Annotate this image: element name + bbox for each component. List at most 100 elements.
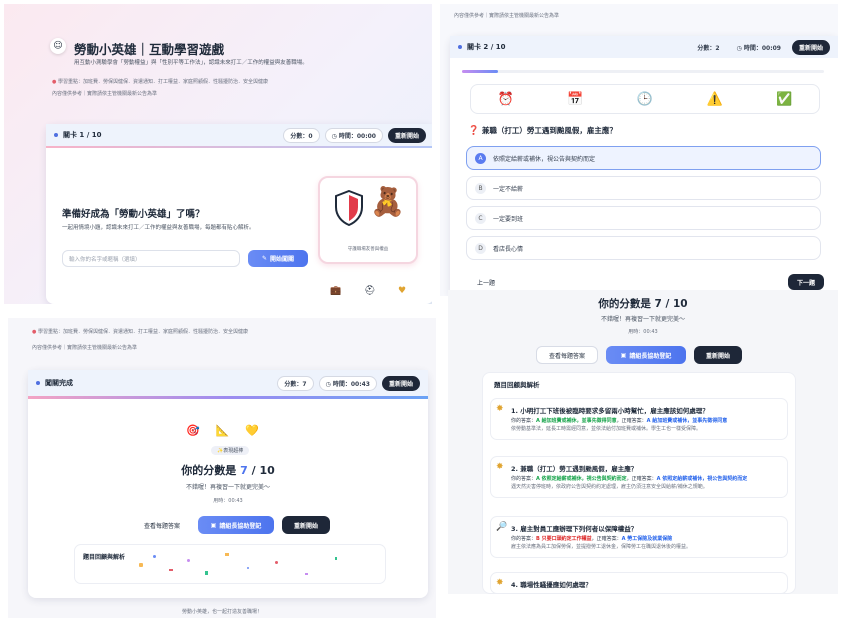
final-score: 你的分數是 7 / 10	[181, 464, 275, 477]
check-box-icon: ✅	[776, 91, 793, 107]
elapsed-time: 用時：00:43	[213, 498, 243, 504]
prev-button[interactable]: 上一題	[468, 274, 504, 290]
encouragement: 不錯喔！再複習一下就更完美～	[600, 316, 685, 323]
review-item-1: ✸ 1. 小明打工下班後被臨時要求多留兩小時幫忙，雇主應該如何處理？ 你的答案：…	[490, 398, 788, 440]
gear-icon: ✸	[496, 404, 504, 414]
gear-icon: ✸	[496, 578, 504, 588]
status-dot	[36, 381, 40, 385]
encouragement: 不錯喔！再複習一下就更完美～	[185, 484, 270, 491]
heart-icon: ♥	[398, 286, 407, 296]
pencil-icon: ✎	[261, 255, 267, 262]
restart-button[interactable]: 重新開始	[381, 375, 420, 391]
teddy-bear-icon: 🧸	[370, 185, 405, 218]
clipboard-icon: ▣	[620, 351, 627, 359]
level-label: 關卡 2 / 10	[467, 43, 506, 51]
request-help-button[interactable]: ▣ 請組長協助登記	[606, 346, 686, 364]
game-header: 關卡 1 / 10 分數：0 ◷ 時間：00:00 重新開始	[46, 124, 432, 146]
disclaimer: 內容僅供參考｜實際請依主管機關最新公告為準	[454, 13, 560, 19]
restart-button[interactable]: 重新開始	[694, 346, 742, 364]
panel-intro: ☺ 勞動小英雄｜互動學習遊戲 用互動小測驗學會「勞動權益」與「性別平等工作法」，…	[4, 4, 432, 304]
clock-icon: ◷	[736, 44, 742, 52]
game-header: 關卡 2 / 10 分數：2 ◷ 時間：00:09 重新開始	[450, 36, 838, 58]
option-d[interactable]: D 看店長心情	[466, 236, 821, 260]
restart-button[interactable]: 重新開始	[387, 127, 426, 143]
hero-description: 一起用情境小題，認識未來打工／工作的權益與友善職場，每題都有貼心解析。	[62, 225, 255, 231]
panel-question: 內容僅供參考｜實際請依主管機關最新公告為準 關卡 2 / 10 分數：2 ◷ 時…	[440, 4, 838, 296]
progress-full	[28, 396, 428, 399]
shield-icon	[334, 189, 364, 227]
page-subtitle: 用互動小測驗學會「勞動權益」與「性別平等工作法」，認識未來打工／工作的權益與友善…	[74, 60, 308, 66]
request-help-button[interactable]: ▣ 請組長協助登記	[198, 516, 274, 534]
warning-icon: ⚠️	[706, 91, 723, 107]
calendar-icon: 📅	[567, 91, 584, 107]
game-card: 關卡 1 / 10 分數：0 ◷ 時間：00:00 重新開始 準備好成為「勞動小…	[46, 124, 432, 304]
heart-icon: 💛	[245, 424, 260, 437]
review-section: 題目回顧與解析	[74, 544, 386, 584]
level-label: 闖關完成	[45, 379, 73, 387]
question-title: ❓ 兼職（打工）勞工遇到颱風假，雇主應？	[468, 126, 617, 136]
review-item-3: 🔎 3. 雇主對員工應辦理下列何者以保障權益？ 你的答案：B 只要口頭約定工作權…	[490, 516, 788, 558]
restart-button-2[interactable]: 重新開始	[282, 516, 330, 534]
page-title: 勞動小英雄｜互動學習遊戲	[74, 42, 225, 57]
score-badge: 分數：2	[697, 44, 720, 52]
question-mark-icon: ❓	[468, 126, 480, 136]
magnifier-icon: 🔎	[496, 522, 508, 532]
clock-icon: 🕒	[636, 91, 654, 107]
final-score: 你的分數是 7 / 10	[598, 298, 688, 310]
briefcase-icon: 💼	[330, 286, 342, 296]
progress-fill	[462, 70, 499, 73]
timer-badge: ◷ 時間：00:00	[324, 127, 383, 143]
ruler-icon: 📐	[215, 424, 230, 437]
review-item-4: ✸ 4. 職場性騷擾應如何處理？	[490, 572, 788, 594]
progress-track	[462, 70, 824, 73]
result-tag: ✨表現超棒	[211, 446, 250, 455]
topics-icon: ●	[52, 79, 57, 85]
next-button[interactable]: 下一題	[788, 274, 824, 290]
view-answers-button[interactable]: 查看每題答案	[132, 516, 192, 534]
gear-icon: ✸	[496, 462, 504, 472]
panel-review: 你的分數是 7 / 10 不錯喔！再複習一下就更完美～ 用時：00:43 查看每…	[448, 290, 838, 594]
option-c[interactable]: C 一定要到班	[466, 206, 821, 230]
review-heading: 題目回顧與解析	[83, 554, 126, 561]
hardhat-icon: ⛑	[364, 286, 376, 296]
score-badge: 分數：7	[277, 375, 314, 391]
footer-text: 勞動小英雄，也一起打造友善職場！	[181, 609, 262, 615]
hero-heading: 準備好成為「勞動小英雄」了嗎？	[62, 209, 205, 220]
timer-badge: ◷ 時間：00:09	[736, 44, 781, 52]
game-header: 闖關完成 分數：7 ◷ 時間：00:43 重新開始	[28, 370, 428, 396]
topics-icon: ●	[32, 329, 37, 335]
panel-result: ● 學習重點：加班費．勞保與健保．資遣通知．打工權益．家庭照顧假．性騷擾防治．安…	[8, 318, 436, 618]
clipboard-icon: ▣	[210, 521, 217, 529]
target-icon: 🎯	[186, 424, 200, 437]
status-dot	[458, 45, 462, 49]
alarm-clock-icon: ⏰	[497, 91, 514, 107]
clock-icon: ◷	[331, 132, 337, 140]
game-card: 關卡 2 / 10 分數：2 ◷ 時間：00:09 重新開始 ⏰ 📅 🕒 ⚠️ …	[450, 36, 838, 296]
start-button[interactable]: ✎ 開始闖關	[248, 250, 308, 267]
icon-strip: ⏰ 📅 🕒 ⚠️ ✅	[470, 84, 820, 114]
topics-line: ● 學習重點：加班費．勞保與健保．資遣通知．打工權益．家庭照顧假．性騷擾防治．安…	[52, 79, 268, 85]
clock-icon: ◷	[325, 380, 331, 388]
disclaimer: 內容僅供參考｜實際請依主管機關最新公告為準	[32, 345, 138, 351]
option-a[interactable]: A 依照定給薪或補休，視公告與契約而定	[466, 146, 821, 170]
review-item-2: ✸ 2. 兼職（打工）勞工遇到颱風假，雇主應？ 你的答案：A 依照定給薪或補休，…	[490, 456, 788, 498]
review-heading: 題目回顧與解析	[494, 381, 540, 389]
confetti	[135, 551, 375, 581]
disclaimer: 內容僅供參考｜實際請依主管機關最新公告為準	[52, 91, 158, 97]
topics-line: ● 學習重點：加班費．勞保與健保．資遣通知．打工權益．家庭照顧假．性騷擾防治．安…	[32, 329, 248, 335]
view-answers-button[interactable]: 查看每題答案	[536, 346, 598, 364]
header-divider	[46, 146, 432, 148]
badge-caption: 守護職場友善與權益	[347, 247, 389, 252]
timer-badge: ◷ 時間：00:43	[318, 375, 377, 391]
status-dot	[54, 133, 58, 137]
name-input[interactable]: 輸入你的名字或暱稱（選填）	[62, 250, 240, 267]
hero-face-icon: ☺	[50, 38, 66, 54]
level-label: 關卡 1 / 10	[63, 131, 102, 139]
option-b[interactable]: B 一定不給薪	[466, 176, 821, 200]
game-card: 闖關完成 分數：7 ◷ 時間：00:43 重新開始 🎯 📐 💛 ✨表現超棒 你的…	[28, 370, 428, 598]
restart-button[interactable]: 重新開始	[791, 39, 830, 55]
result-icons: 🎯 📐 💛	[186, 424, 259, 437]
score-badge: 分數：0	[283, 127, 320, 143]
badge-card: 🧸 守護職場友善與權益	[318, 176, 418, 264]
elapsed-time: 用時：00:43	[628, 329, 658, 335]
